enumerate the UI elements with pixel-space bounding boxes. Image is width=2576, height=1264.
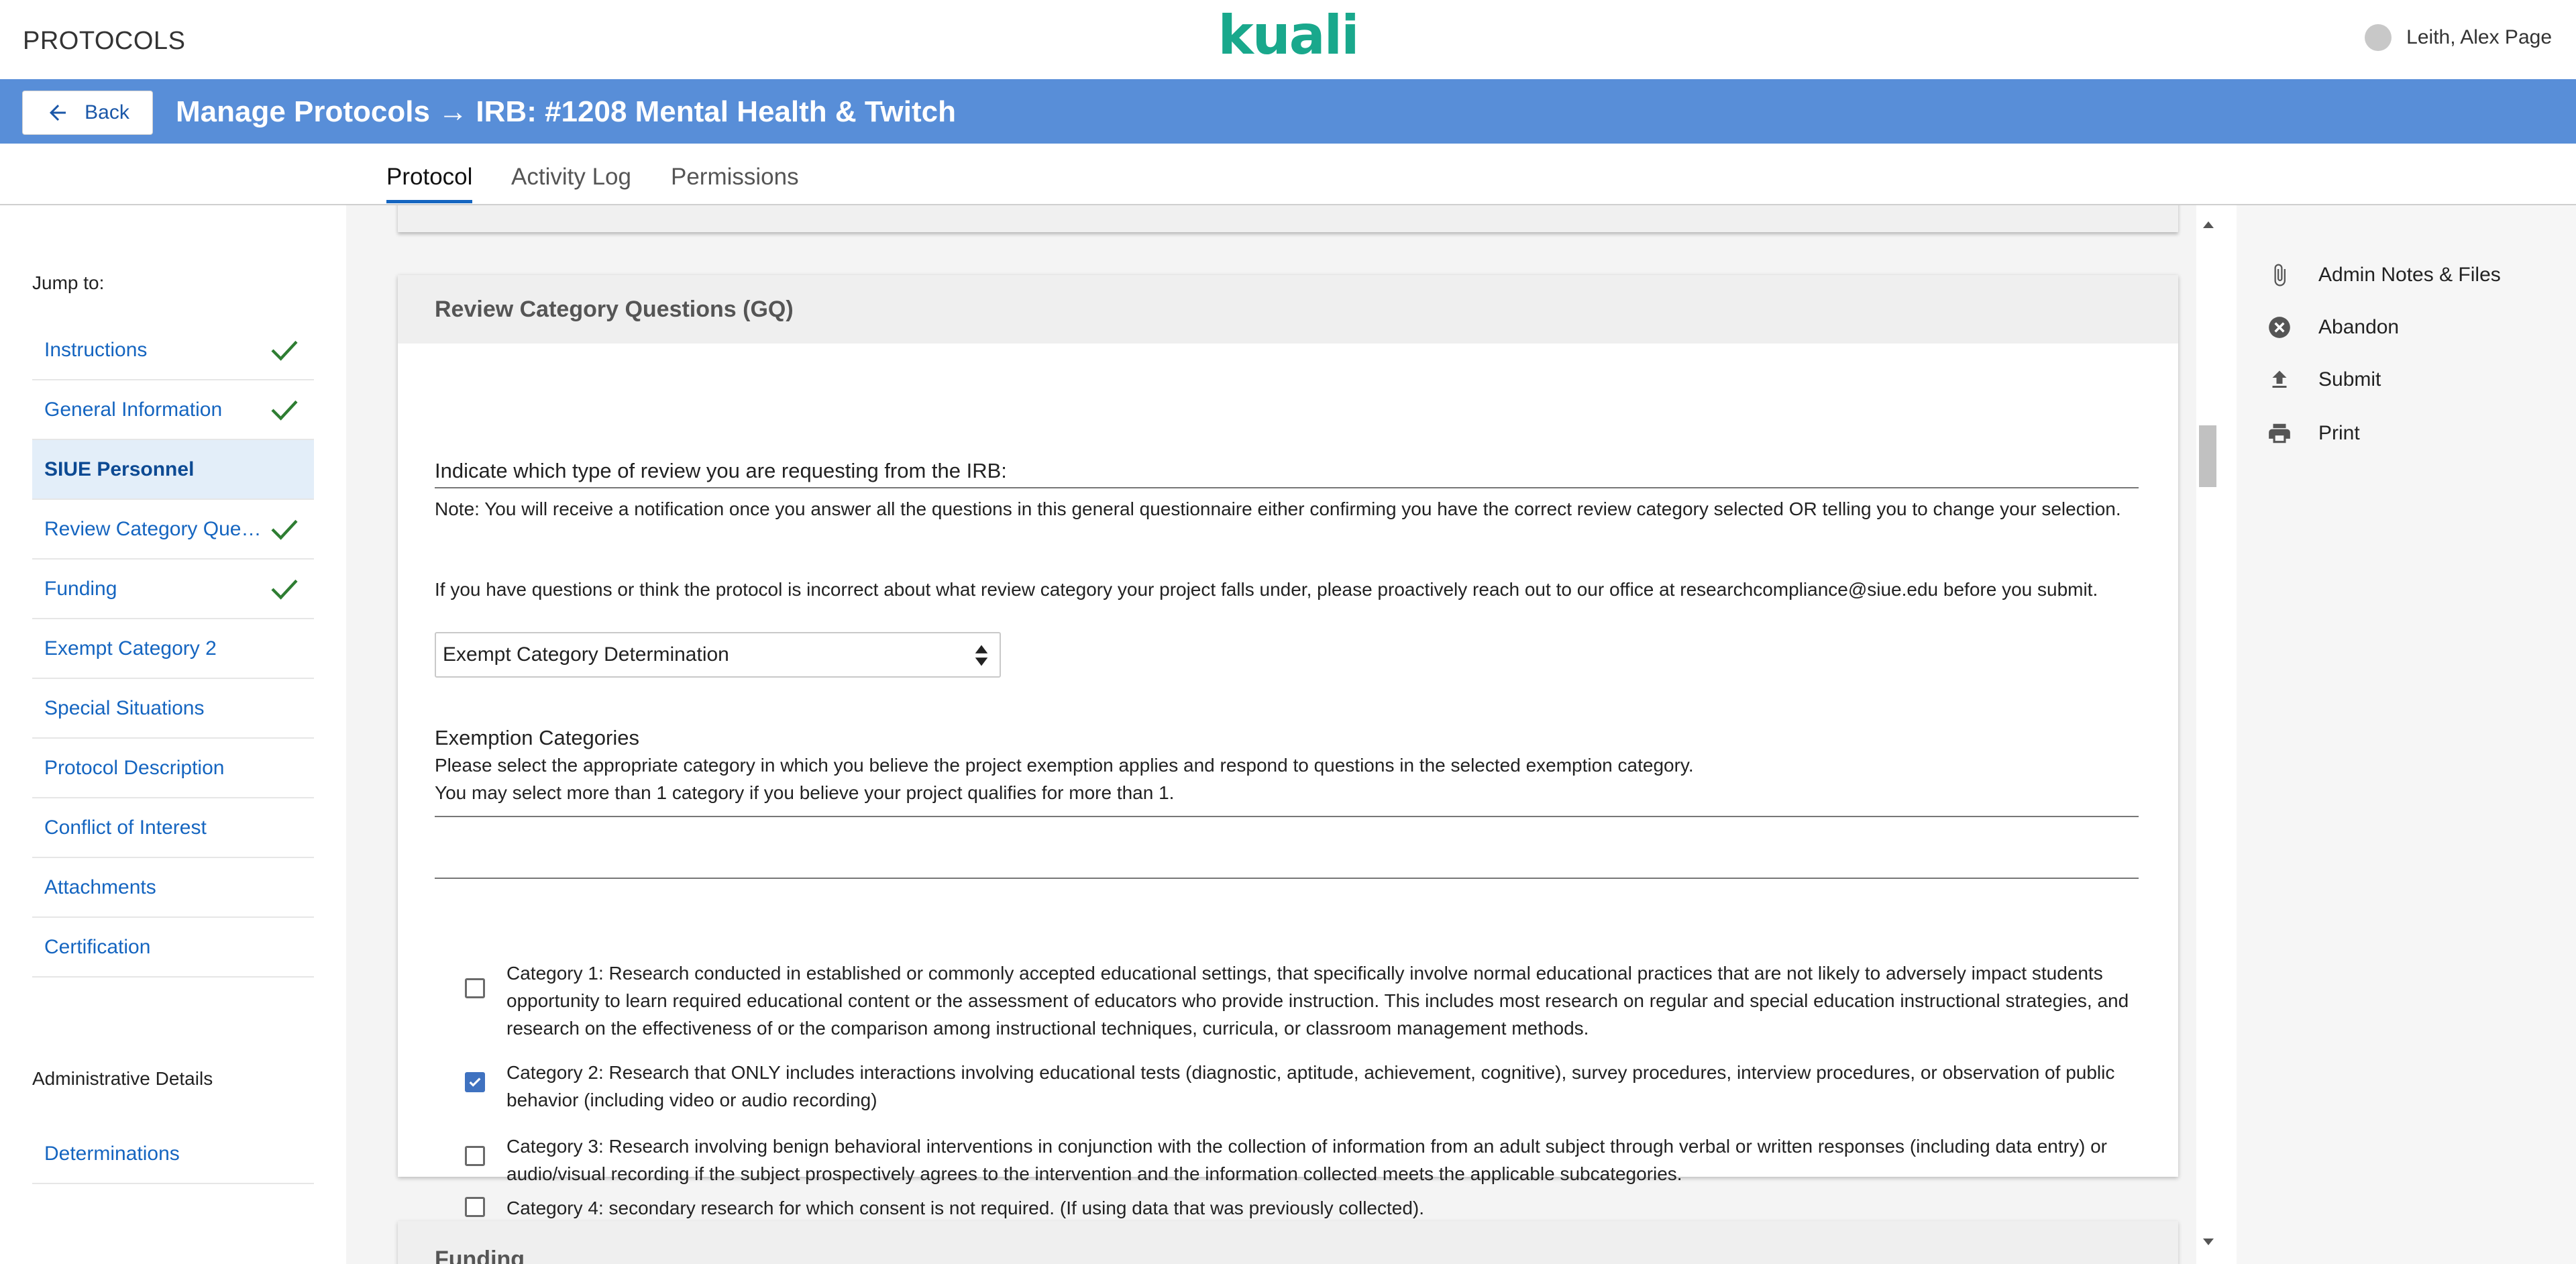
category-4-option[interactable]: Category 4: secondary research for which… xyxy=(465,1194,2142,1222)
sidebar-item-label: SIUE Personnel xyxy=(44,458,195,480)
upload-icon xyxy=(2266,366,2293,393)
exemption-desc-line-1: Please select the appropriate category i… xyxy=(435,755,1694,776)
review-category-card: Review Category Questions (GQ) Indicate … xyxy=(398,275,2178,1218)
sidebar-item-label: Special Situations xyxy=(44,696,205,719)
back-button[interactable]: Back xyxy=(22,91,153,135)
sidebar-item-conflict-of-interest[interactable]: Conflict of Interest xyxy=(32,798,314,858)
checkmark-icon xyxy=(469,1077,481,1087)
avatar[interactable] xyxy=(2365,24,2392,51)
contact-note: If you have questions or think the proto… xyxy=(435,579,2098,600)
funding-section-card: Funding xyxy=(398,1221,2178,1264)
user-menu[interactable]: Leith, Alex Page xyxy=(2365,24,2552,51)
actions-panel: Admin Notes & Files Abandon Submit Print xyxy=(2237,205,2576,1264)
admin-nav: Determinations xyxy=(32,1124,314,1184)
action-label: Submit xyxy=(2318,368,2381,390)
review-type-question: Indicate which type of review you are re… xyxy=(435,459,2139,488)
exemption-description: Please select the appropriate category i… xyxy=(435,751,2139,817)
check-icon xyxy=(271,340,298,361)
tab-activity-log[interactable]: Activity Log xyxy=(511,164,631,200)
action-label: Admin Notes & Files xyxy=(2318,264,2501,286)
check-icon xyxy=(271,519,298,540)
sidebar-item-determinations[interactable]: Determinations xyxy=(32,1124,314,1184)
check-icon xyxy=(271,579,298,600)
exemption-categories-heading: Exemption Categories xyxy=(435,726,639,749)
sidebar-item-label: Determinations xyxy=(44,1142,180,1165)
sidebar-item-certification[interactable]: Certification xyxy=(32,918,314,978)
cancel-circle-icon xyxy=(2266,314,2293,341)
sidebar-item-label: Instructions xyxy=(44,338,148,361)
scroll-up-arrow-icon[interactable] xyxy=(2203,221,2214,228)
print-button[interactable]: Print xyxy=(2266,420,2360,447)
sidebar-item-label: General Information xyxy=(44,398,223,421)
scrollbar[interactable] xyxy=(2196,205,2219,1264)
admin-details-heading: Administrative Details xyxy=(32,1068,213,1089)
tab-protocol[interactable]: Protocol xyxy=(386,164,473,203)
jump-to-label: Jump to: xyxy=(32,272,105,293)
check-icon xyxy=(271,400,298,421)
sidebar-item-attachments[interactable]: Attachments xyxy=(32,858,314,918)
category-1-option[interactable]: Category 1: Research conducted in establ… xyxy=(465,959,2142,1042)
category-2-checkbox[interactable] xyxy=(465,1072,485,1092)
notification-note: Note: You will receive a notification on… xyxy=(435,498,2121,519)
sidebar-item-protocol-description[interactable]: Protocol Description xyxy=(32,739,314,798)
exemption-desc-line-2: You may select more than 1 category if y… xyxy=(435,782,1175,803)
admin-notes-files-button[interactable]: Admin Notes & Files xyxy=(2266,262,2501,288)
sidebar: Jump to: Instructions General Informatio… xyxy=(0,205,346,1264)
sidebar-item-special-situations[interactable]: Special Situations xyxy=(32,679,314,739)
kuali-logo[interactable]: kuali xyxy=(0,4,2576,66)
sidebar-item-label: Attachments xyxy=(44,876,156,898)
category-1-checkbox[interactable] xyxy=(465,978,485,998)
action-label: Abandon xyxy=(2318,316,2400,338)
review-type-select[interactable]: Exempt Category Determination xyxy=(435,632,1001,678)
category-4-checkbox[interactable] xyxy=(465,1197,485,1217)
printer-icon xyxy=(2266,420,2293,447)
sidebar-item-label: Protocol Description xyxy=(44,756,225,779)
sidebar-item-label: Funding xyxy=(44,577,117,600)
action-label: Print xyxy=(2318,422,2360,444)
next-section-title: Funding xyxy=(435,1247,525,1264)
main-content[interactable]: Review Category Questions (GQ) Indicate … xyxy=(346,205,2208,1264)
sidebar-item-general-information[interactable]: General Information xyxy=(32,380,314,440)
sidebar-item-funding[interactable]: Funding xyxy=(32,560,314,619)
scroll-thumb[interactable] xyxy=(2199,425,2216,487)
category-3-checkbox[interactable] xyxy=(465,1146,485,1166)
category-3-text: Category 3: Research involving benign be… xyxy=(506,1136,2107,1184)
tab-bar: Protocol Activity Log Permissions xyxy=(0,144,2576,205)
section-nav: Instructions General Information SIUE Pe… xyxy=(32,321,314,978)
sidebar-item-exempt-category-2[interactable]: Exempt Category 2 xyxy=(32,619,314,679)
category-2-option[interactable]: Category 2: Research that ONLY includes … xyxy=(465,1059,2142,1114)
back-button-label: Back xyxy=(85,101,129,123)
abandon-button[interactable]: Abandon xyxy=(2266,314,2399,341)
sidebar-item-siue-personnel[interactable]: SIUE Personnel xyxy=(32,440,314,500)
submit-button[interactable]: Submit xyxy=(2266,366,2381,393)
category-2-text: Category 2: Research that ONLY includes … xyxy=(506,1062,2115,1110)
sidebar-item-label: Conflict of Interest xyxy=(44,816,207,839)
category-1-text: Category 1: Research conducted in establ… xyxy=(506,963,2129,1039)
sidebar-item-label: Review Category Questions (GQ) xyxy=(44,517,266,540)
arrow-left-icon xyxy=(50,105,66,121)
paperclip-icon xyxy=(2266,262,2293,288)
section-title: Review Category Questions (GQ) xyxy=(398,275,2178,344)
sidebar-item-instructions[interactable]: Instructions xyxy=(32,321,314,380)
page-title: Manage Protocols → IRB: #1208 Mental Hea… xyxy=(176,95,956,128)
tab-permissions[interactable]: Permissions xyxy=(671,164,799,200)
select-arrows-icon xyxy=(975,645,988,666)
page-header: Back Manage Protocols → IRB: #1208 Menta… xyxy=(0,79,2576,144)
sidebar-item-review-category-questions[interactable]: Review Category Questions (GQ) xyxy=(32,500,314,560)
user-name[interactable]: Leith, Alex Page xyxy=(2406,26,2552,49)
scroll-down-arrow-icon[interactable] xyxy=(2203,1239,2214,1245)
review-type-value: Exempt Category Determination xyxy=(443,643,729,666)
previous-section-card xyxy=(398,205,2178,232)
category-3-option[interactable]: Category 3: Research involving benign be… xyxy=(465,1133,2142,1188)
sidebar-item-label: Exempt Category 2 xyxy=(44,637,217,660)
divider xyxy=(435,878,2139,879)
sidebar-item-label: Certification xyxy=(44,935,151,958)
top-app-bar: PROTOCOLS kuali Leith, Alex Page xyxy=(0,0,2576,79)
category-4-text: Category 4: secondary research for which… xyxy=(506,1198,1425,1218)
